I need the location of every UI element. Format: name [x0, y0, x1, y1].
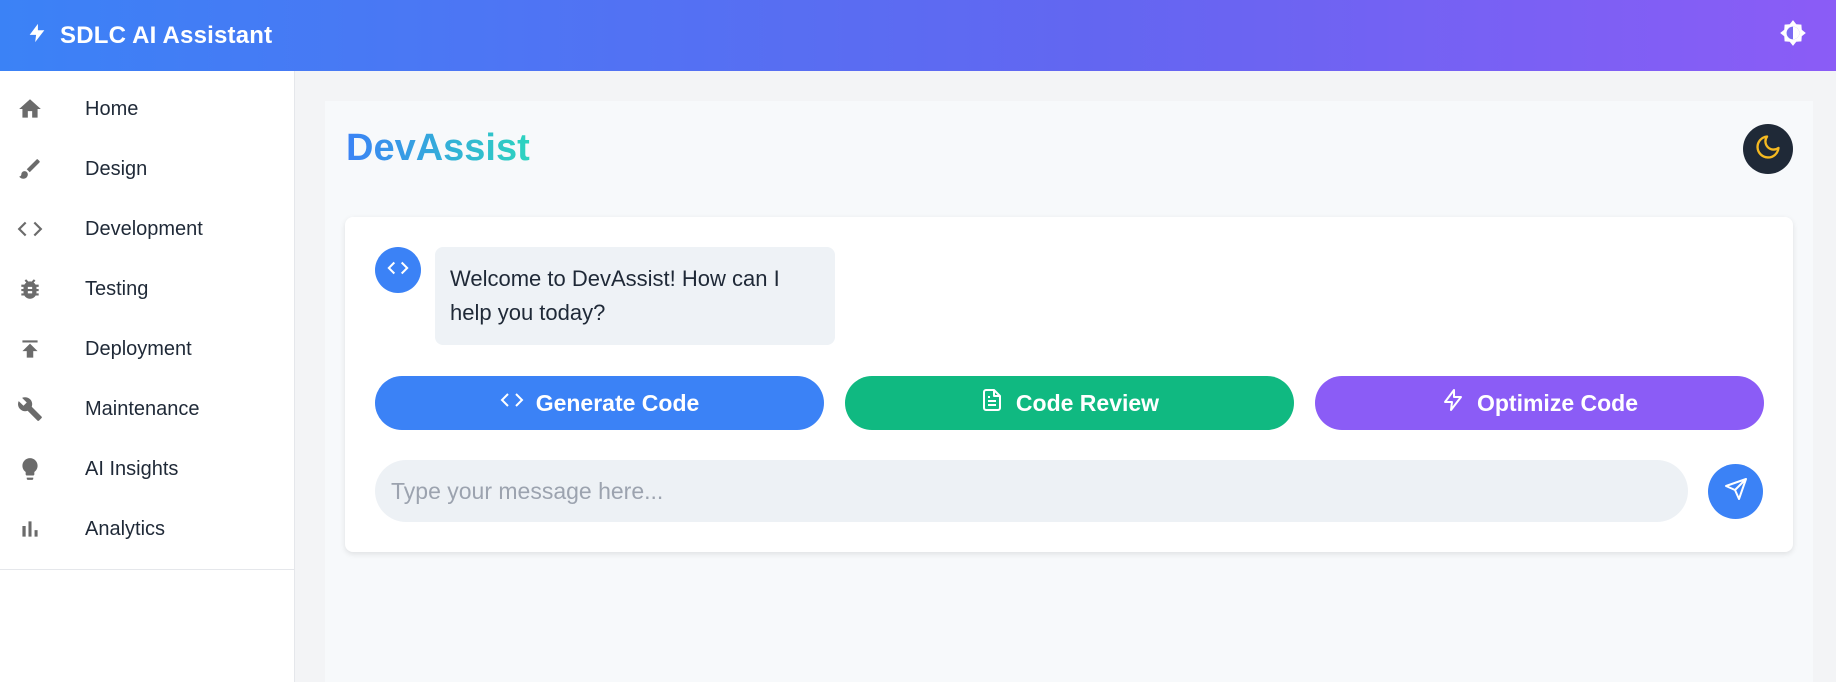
sidebar-item-deployment[interactable]: Deployment: [0, 319, 294, 379]
brand: SDLC AI Assistant: [26, 20, 272, 51]
sidebar-item-label: Maintenance: [85, 397, 200, 420]
lightning-icon: [26, 20, 48, 51]
sidebar-item-analytics[interactable]: Analytics: [0, 499, 294, 559]
message-input[interactable]: [375, 460, 1688, 522]
sidebar-item-label: Testing: [85, 277, 149, 300]
lightbulb-icon: [16, 455, 44, 483]
sidebar-item-ai-insights[interactable]: AI Insights: [0, 439, 294, 499]
main-content: DevAssist Welcome to DevAssist! How can …: [325, 101, 1813, 682]
sidebar-item-label: AI Insights: [85, 457, 179, 480]
home-icon: [16, 95, 44, 123]
dark-mode-toggle[interactable]: [1743, 124, 1793, 174]
send-button[interactable]: [1708, 463, 1763, 519]
code-icon: [500, 388, 524, 418]
top-bar: SDLC AI Assistant: [0, 0, 1836, 71]
moon-icon: [1754, 133, 1782, 166]
button-label: Optimize Code: [1476, 389, 1638, 416]
theme-toggle-button[interactable]: [1776, 19, 1810, 53]
code-icon: [16, 215, 44, 243]
bar-chart-icon: [16, 515, 44, 543]
sidebar-nav: Home Design Development Testing Deployme…: [0, 71, 294, 570]
sidebar-item-development[interactable]: Development: [0, 199, 294, 259]
button-label: Code Review: [1015, 389, 1160, 416]
button-label: Generate Code: [535, 389, 700, 416]
optimize-code-button[interactable]: Optimize Code: [1315, 376, 1764, 430]
page-title: DevAssist: [346, 127, 530, 169]
upload-icon: [16, 335, 44, 363]
lightning-icon: [1441, 388, 1465, 418]
sidebar: Home Design Development Testing Deployme…: [0, 71, 295, 682]
brush-icon: [16, 155, 44, 183]
bug-icon: [16, 275, 44, 303]
code-icon: [387, 257, 409, 284]
avatar: [375, 247, 421, 293]
chat-panel: Welcome to DevAssist! How can I help you…: [345, 217, 1793, 552]
sidebar-item-testing[interactable]: Testing: [0, 259, 294, 319]
sidebar-item-label: Analytics: [85, 517, 166, 540]
quick-actions: Generate Code Code Review Optimize Code: [375, 376, 1764, 430]
send-icon: [1724, 477, 1748, 506]
app-title: SDLC AI Assistant: [60, 21, 273, 49]
sidebar-item-label: Development: [85, 217, 203, 240]
sidebar-item-design[interactable]: Design: [0, 139, 294, 199]
document-icon: [980, 388, 1004, 418]
sidebar-item-label: Deployment: [85, 337, 192, 360]
brightness-icon: [1779, 19, 1807, 52]
bot-message: Welcome to DevAssist! How can I help you…: [435, 247, 835, 345]
wrench-icon: [16, 395, 44, 423]
sidebar-item-home[interactable]: Home: [0, 79, 294, 139]
sidebar-item-label: Design: [85, 157, 148, 180]
generate-code-button[interactable]: Generate Code: [375, 376, 824, 430]
message-composer: [375, 460, 1763, 522]
code-review-button[interactable]: Code Review: [845, 376, 1294, 430]
sidebar-item-label: Home: [85, 97, 139, 120]
sidebar-item-maintenance[interactable]: Maintenance: [0, 379, 294, 439]
